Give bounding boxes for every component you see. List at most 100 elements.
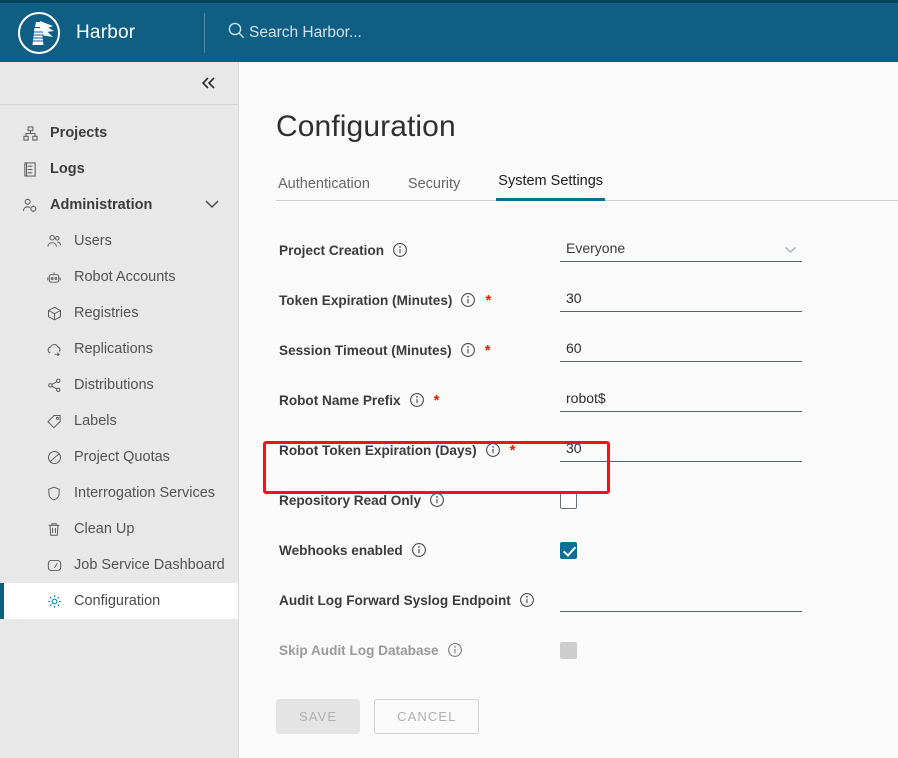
field-label-wrap: Repository Read Only [279, 492, 560, 508]
info-icon[interactable] [460, 292, 476, 308]
search-icon [227, 21, 246, 45]
info-icon[interactable] [411, 542, 427, 558]
field-control [560, 542, 898, 559]
cancel-button[interactable]: CANCEL [374, 699, 479, 734]
sidebar-item-label: Clean Up [74, 521, 134, 537]
session-timeout-input[interactable] [560, 338, 802, 362]
required-asterisk: * [510, 443, 516, 458]
robot-token-expiration-input[interactable] [560, 438, 802, 462]
sidebar-item-registries[interactable]: Registries [0, 295, 238, 331]
field-label: Session Timeout (Minutes) [279, 343, 452, 358]
sidebar-item-labels[interactable]: Labels [0, 403, 238, 439]
field-row-robot-name-prefix: Robot Name Prefix * [239, 375, 898, 425]
sidebar-item-replications[interactable]: Replications [0, 331, 238, 367]
token-expiration-input[interactable] [560, 288, 802, 312]
required-asterisk: * [485, 343, 491, 358]
header-divider [204, 13, 205, 53]
field-control [560, 438, 898, 462]
save-button[interactable]: SAVE [276, 699, 360, 734]
sidebar-item-interrogation-services[interactable]: Interrogation Services [0, 475, 238, 511]
tab-authentication[interactable]: Authentication [276, 170, 372, 201]
distribution-share-icon [44, 378, 64, 393]
sidebar-item-configuration[interactable]: Configuration [0, 583, 238, 619]
field-row-session-timeout: Session Timeout (Minutes) * [239, 325, 898, 375]
chevron-down-icon[interactable] [204, 197, 220, 213]
sidebar-collapse-row [0, 62, 238, 105]
webhooks-enabled-checkbox[interactable] [560, 542, 577, 559]
field-label: Audit Log Forward Syslog Endpoint [279, 593, 511, 608]
sidebar-item-label: Distributions [74, 377, 154, 393]
main-content: Configuration Authentication Security Sy… [239, 62, 898, 758]
brand[interactable]: Harbor [0, 12, 202, 54]
registry-cube-icon [44, 306, 64, 321]
logs-icon [20, 162, 40, 177]
tab-security[interactable]: Security [406, 170, 462, 201]
repository-read-only-checkbox[interactable] [560, 492, 577, 509]
tab-system-settings[interactable]: System Settings [496, 167, 605, 201]
harbor-lighthouse-logo-icon [18, 12, 60, 54]
project-creation-select-wrap: Everyone Admin Only [560, 238, 802, 262]
field-control [560, 588, 898, 612]
robot-name-prefix-input[interactable] [560, 388, 802, 412]
info-icon[interactable] [409, 392, 425, 408]
tab-bar: Authentication Security System Settings [276, 166, 898, 201]
sidebar-collapse-button[interactable] [196, 73, 222, 93]
field-label-wrap: Robot Token Expiration (Days) * [279, 442, 560, 458]
field-label-wrap: Token Expiration (Minutes) * [279, 292, 560, 308]
sidebar-item-label: Job Service Dashboard [74, 557, 225, 573]
sidebar-item-logs[interactable]: Logs [0, 151, 238, 187]
sidebar-item-clean-up[interactable]: Clean Up [0, 511, 238, 547]
label-tag-icon [44, 414, 64, 429]
required-asterisk: * [434, 393, 440, 408]
project-creation-select[interactable]: Everyone Admin Only [560, 238, 802, 262]
field-row-repository-read-only: Repository Read Only [239, 475, 898, 525]
field-label-wrap: Robot Name Prefix * [279, 392, 560, 408]
field-label: Skip Audit Log Database [279, 643, 439, 658]
sidebar: Projects Logs [0, 62, 239, 758]
sidebar-item-job-service-dashboard[interactable]: Job Service Dashboard [0, 547, 238, 583]
search-bar[interactable] [227, 21, 898, 45]
dashboard-gauge-icon [44, 558, 64, 573]
shield-icon [44, 486, 64, 501]
info-icon[interactable] [429, 492, 445, 508]
field-label: Webhooks enabled [279, 543, 403, 558]
sidebar-item-label: Configuration [74, 593, 160, 609]
search-input[interactable] [249, 24, 569, 42]
sidebar-item-administration[interactable]: Administration [0, 187, 238, 223]
sidebar-item-projects[interactable]: Projects [0, 115, 238, 151]
field-label-wrap: Project Creation [279, 242, 560, 258]
sidebar-item-users[interactable]: Users [0, 223, 238, 259]
field-label-wrap: Session Timeout (Minutes) * [279, 342, 560, 358]
administration-icon [20, 198, 40, 213]
sidebar-item-label: Users [74, 233, 112, 249]
audit-log-syslog-endpoint-input[interactable] [560, 588, 802, 612]
sidebar-item-label: Replications [74, 341, 153, 357]
field-label-wrap: Skip Audit Log Database [279, 642, 560, 658]
info-icon[interactable] [519, 592, 535, 608]
field-row-token-expiration: Token Expiration (Minutes) * [239, 275, 898, 325]
field-label: Robot Name Prefix [279, 393, 401, 408]
info-icon[interactable] [447, 642, 463, 658]
sidebar-item-label: Project Quotas [74, 449, 170, 465]
field-row-skip-audit-log-database: Skip Audit Log Database [239, 625, 898, 675]
field-control [560, 642, 898, 659]
sidebar-item-label: Registries [74, 305, 138, 321]
gear-icon [44, 594, 64, 609]
sidebar-item-label: Administration [50, 197, 152, 213]
sidebar-item-distributions[interactable]: Distributions [0, 367, 238, 403]
field-row-audit-log-syslog-endpoint: Audit Log Forward Syslog Endpoint [239, 575, 898, 625]
info-icon[interactable] [460, 342, 476, 358]
field-control [560, 288, 898, 312]
sidebar-item-project-quotas[interactable]: Project Quotas [0, 439, 238, 475]
field-label: Robot Token Expiration (Days) [279, 443, 477, 458]
sidebar-item-label: Robot Accounts [74, 269, 176, 285]
field-control [560, 492, 898, 509]
sidebar-nav: Projects Logs [0, 105, 238, 619]
info-icon[interactable] [485, 442, 501, 458]
sidebar-item-label: Interrogation Services [74, 485, 215, 501]
system-settings-form: Project Creation Everyone Admin Only [239, 201, 898, 734]
info-icon[interactable] [392, 242, 408, 258]
users-icon [44, 234, 64, 248]
field-control: Everyone Admin Only [560, 238, 898, 262]
sidebar-item-robot-accounts[interactable]: Robot Accounts [0, 259, 238, 295]
